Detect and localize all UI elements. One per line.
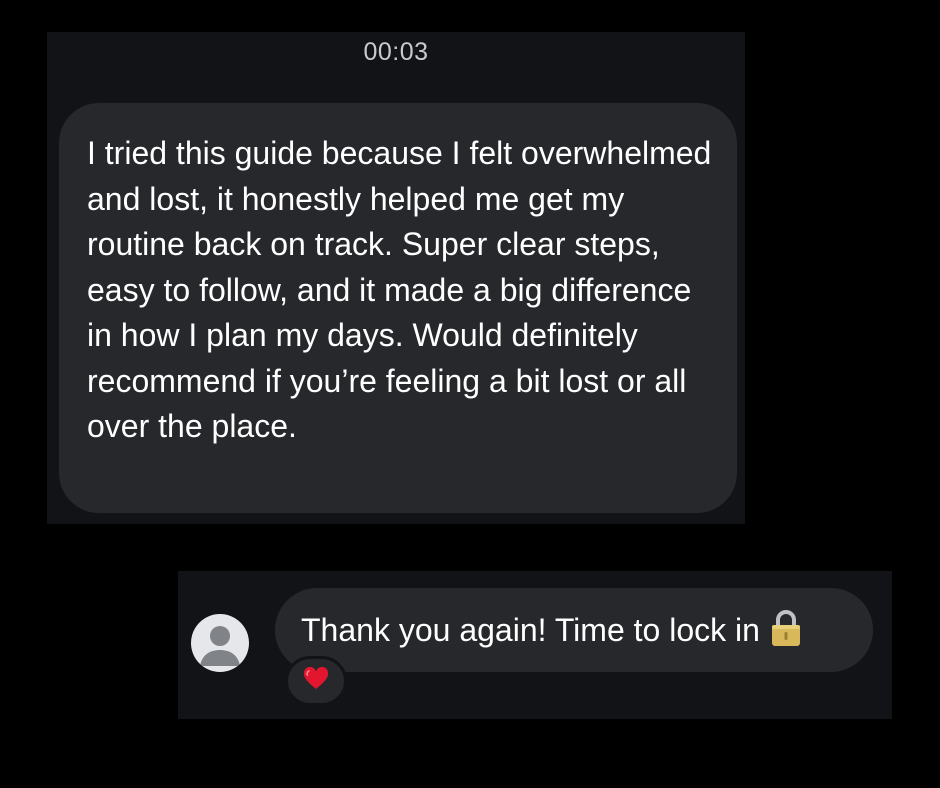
heart-icon [303,666,329,696]
sent-message-panel: Thank you again! Time to lock in [178,571,892,719]
received-message-text: I tried this guide because I felt overwh… [87,135,712,444]
sent-message-text: Thank you again! Time to lock in [301,612,760,648]
lock-icon [770,609,802,652]
message-timestamp: 00:03 [363,38,429,66]
received-message-bubble[interactable]: I tried this guide because I felt overwh… [59,103,737,513]
received-message-panel: 00:03 I tried this guide because I felt … [47,32,745,524]
default-user-avatar-icon[interactable] [191,614,249,672]
dm-screenshot-collage: 00:03 I tried this guide because I felt … [0,0,940,788]
sent-message-bubble[interactable]: Thank you again! Time to lock in [275,588,873,672]
heart-reaction[interactable] [285,656,347,706]
avatar-silhouette [200,626,240,666]
